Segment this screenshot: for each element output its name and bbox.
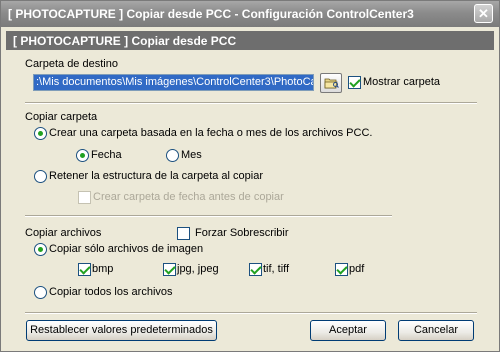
destination-label: Carpeta de destino <box>25 58 118 70</box>
overwrite-label[interactable]: Forzar Sobrescribir <box>195 227 289 239</box>
separator <box>25 215 392 217</box>
date-label[interactable]: Fecha <box>91 149 122 161</box>
destination-path-value: :\Mis documentos\Mis imágenes\ControlCen… <box>34 75 313 90</box>
separator <box>25 312 477 314</box>
title-bar[interactable]: [ PHOTOCAPTURE ] Copiar desde PCC - Conf… <box>1 1 499 27</box>
section-header-text: [ PHOTOCAPTURE ] Copiar desde PCC <box>13 34 237 48</box>
all-files-radio[interactable] <box>34 286 47 299</box>
type-jpg-checkbox[interactable] <box>163 263 176 276</box>
type-pdf-label[interactable]: pdf <box>349 263 364 275</box>
type-bmp-label[interactable]: bmp <box>92 263 113 275</box>
cancel-button[interactable]: Cancelar <box>398 320 474 341</box>
destination-path-field[interactable]: :\Mis documentos\Mis imágenes\ControlCen… <box>33 74 314 91</box>
window-title: [ PHOTOCAPTURE ] Copiar desde PCC - Conf… <box>8 7 414 21</box>
images-only-label[interactable]: Copiar sólo archivos de imagen <box>49 243 203 255</box>
show-folder-label[interactable]: Mostrar carpeta <box>363 76 440 88</box>
close-icon: ✕ <box>478 6 489 21</box>
show-folder-checkbox[interactable] <box>348 76 361 89</box>
all-files-label[interactable]: Copiar todos los archivos <box>49 286 173 298</box>
section-header: [ PHOTOCAPTURE ] Copiar desde PCC <box>6 31 494 50</box>
separator <box>25 102 477 104</box>
date-radio[interactable] <box>76 149 89 162</box>
images-only-radio[interactable] <box>34 243 47 256</box>
month-label[interactable]: Mes <box>181 149 202 161</box>
browse-button[interactable] <box>320 73 342 93</box>
settings-dialog: [ PHOTOCAPTURE ] Copiar desde PCC - Conf… <box>0 0 500 352</box>
retain-structure-radio[interactable] <box>34 170 47 183</box>
folder-browse-icon <box>324 78 339 89</box>
create-date-folder-checkbox[interactable] <box>78 191 91 204</box>
create-by-date-radio[interactable] <box>34 127 47 140</box>
reset-defaults-button[interactable]: Restablecer valores predeterminados <box>26 320 217 341</box>
create-date-folder-label: Crear carpeta de fecha antes de copiar <box>93 191 284 203</box>
type-jpg-label[interactable]: jpg, jpeg <box>177 263 219 275</box>
type-bmp-checkbox[interactable] <box>78 263 91 276</box>
type-tif-label[interactable]: tif, tiff <box>263 263 289 275</box>
accept-button[interactable]: Aceptar <box>310 320 386 341</box>
type-pdf-checkbox[interactable] <box>335 263 348 276</box>
copy-folder-label: Copiar carpeta <box>25 111 98 123</box>
overwrite-checkbox[interactable] <box>177 227 190 240</box>
month-radio[interactable] <box>166 149 179 162</box>
create-by-date-label[interactable]: Crear una carpeta basada en la fecha o m… <box>49 127 372 139</box>
retain-structure-label[interactable]: Retener la estructura de la carpeta al c… <box>49 170 263 182</box>
close-button[interactable]: ✕ <box>474 4 493 23</box>
copy-files-label: Copiar archivos <box>25 227 102 239</box>
type-tif-checkbox[interactable] <box>249 263 262 276</box>
